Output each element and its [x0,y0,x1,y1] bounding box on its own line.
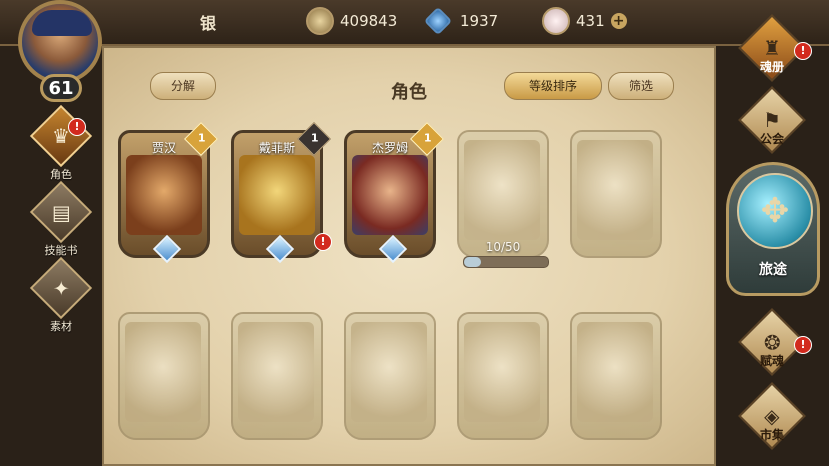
alert-badge: ! [794,42,812,60]
crystal-resource[interactable]: 1937 [423,6,499,36]
character-silhouette [577,322,653,422]
character-panel: 角色 分解 等级排序 筛选 贾汉 1 戴菲斯 1 ! 杰罗姆 1 10/50 [102,46,716,466]
right-nav-label: 市集 [759,428,784,442]
pink-gem-icon [542,7,570,35]
rank-value: 1 [197,131,206,145]
gold-value: 409843 [340,12,398,30]
journey-icon: ✥ [737,173,813,249]
journey-label: 旅途 [759,262,787,278]
alert-badge: ! [314,233,332,251]
right-nav-label: 赋魂 [759,354,784,368]
character-silhouette [125,322,201,422]
character-card[interactable]: 杰罗姆 1 [344,122,444,264]
avatar[interactable] [18,0,102,84]
character-portrait [126,155,202,235]
sort-by-level-button[interactable]: 等级排序 [504,72,602,100]
player-level-badge: 61 [40,74,82,102]
shard-progress-bar [463,256,549,268]
nav-item-material[interactable]: ✦ 素材 [28,256,94,338]
character-portrait [239,155,315,235]
locked-character-card[interactable]: 10/50 [457,130,549,268]
character-silhouette [464,322,540,422]
diamond-gem-icon [378,234,408,264]
nav-item-role[interactable]: ♛ 角色 ! [28,104,94,186]
shard-progress-text: 10/50 [485,240,521,254]
infuse-soul-button[interactable]: ❂ 赋魂 ! [734,308,812,380]
right-nav: ♜ 魂册 ! ⚑ 公会 ✥ 旅途 ❂ 赋魂 ! ◈ 市集 [716,0,829,466]
right-nav-label: 魂册 [759,60,784,74]
nav-item-label: 素材 [50,320,72,333]
nav-item-skill-book[interactable]: ▤ 技能书 [28,180,94,262]
diamond-gem-icon [152,234,182,264]
character-card[interactable]: 贾汉 1 [118,122,218,264]
character-silhouette [577,140,653,240]
character-silhouette [351,322,427,422]
rank-value: 1 [310,131,319,145]
locked-character-card[interactable] [231,312,323,440]
journey-button[interactable]: ✥ 旅途 [726,162,820,296]
avatar-hair [32,10,92,36]
character-silhouette [464,140,540,240]
gem-value: 431 [576,12,605,30]
player-name: 银 [200,14,217,33]
progress-fill [464,257,481,267]
nav-item-label: 技能书 [44,244,78,257]
top-bar: 银 409843 1937 431 + [0,0,829,46]
gem-resource[interactable]: 431 + [542,6,627,36]
nav-item-label: 角色 [50,168,72,181]
locked-character-card[interactable] [457,312,549,440]
book-icon: ▤ [29,180,93,244]
alert-badge: ! [68,118,86,136]
crystal-value: 1937 [460,12,499,30]
guild-button[interactable]: ⚑ 公会 [734,86,810,158]
market-button[interactable]: ◈ 市集 [734,382,810,454]
right-nav-label: 公会 [759,132,784,146]
character-silhouette [238,322,314,422]
add-gem-button[interactable]: + [610,13,627,29]
alert-badge: ! [794,336,812,354]
gold-resource[interactable]: 409843 [306,6,397,36]
soul-book-button[interactable]: ♜ 魂册 ! [734,14,812,86]
rank-value: 1 [423,131,432,145]
character-portrait [352,155,428,235]
decompose-button[interactable]: 分解 [150,72,216,100]
locked-character-card[interactable] [570,312,662,440]
helmet-icon: ♛ [29,104,93,168]
locked-character-card[interactable] [118,312,210,440]
player-avatar-frame[interactable]: 61 [8,0,108,104]
blue-crystal-icon [423,6,453,36]
left-nav: ♛ 角色 ! ▤ 技能书 ✦ 素材 [28,104,94,340]
material-icon: ✦ [29,256,93,320]
locked-character-card[interactable] [344,312,436,440]
locked-character-card[interactable] [570,130,662,258]
diamond-gem-icon [265,234,295,264]
gold-coin-icon [306,7,334,35]
filter-button[interactable]: 筛选 [608,72,674,100]
character-card[interactable]: 戴菲斯 1 ! [231,122,332,264]
